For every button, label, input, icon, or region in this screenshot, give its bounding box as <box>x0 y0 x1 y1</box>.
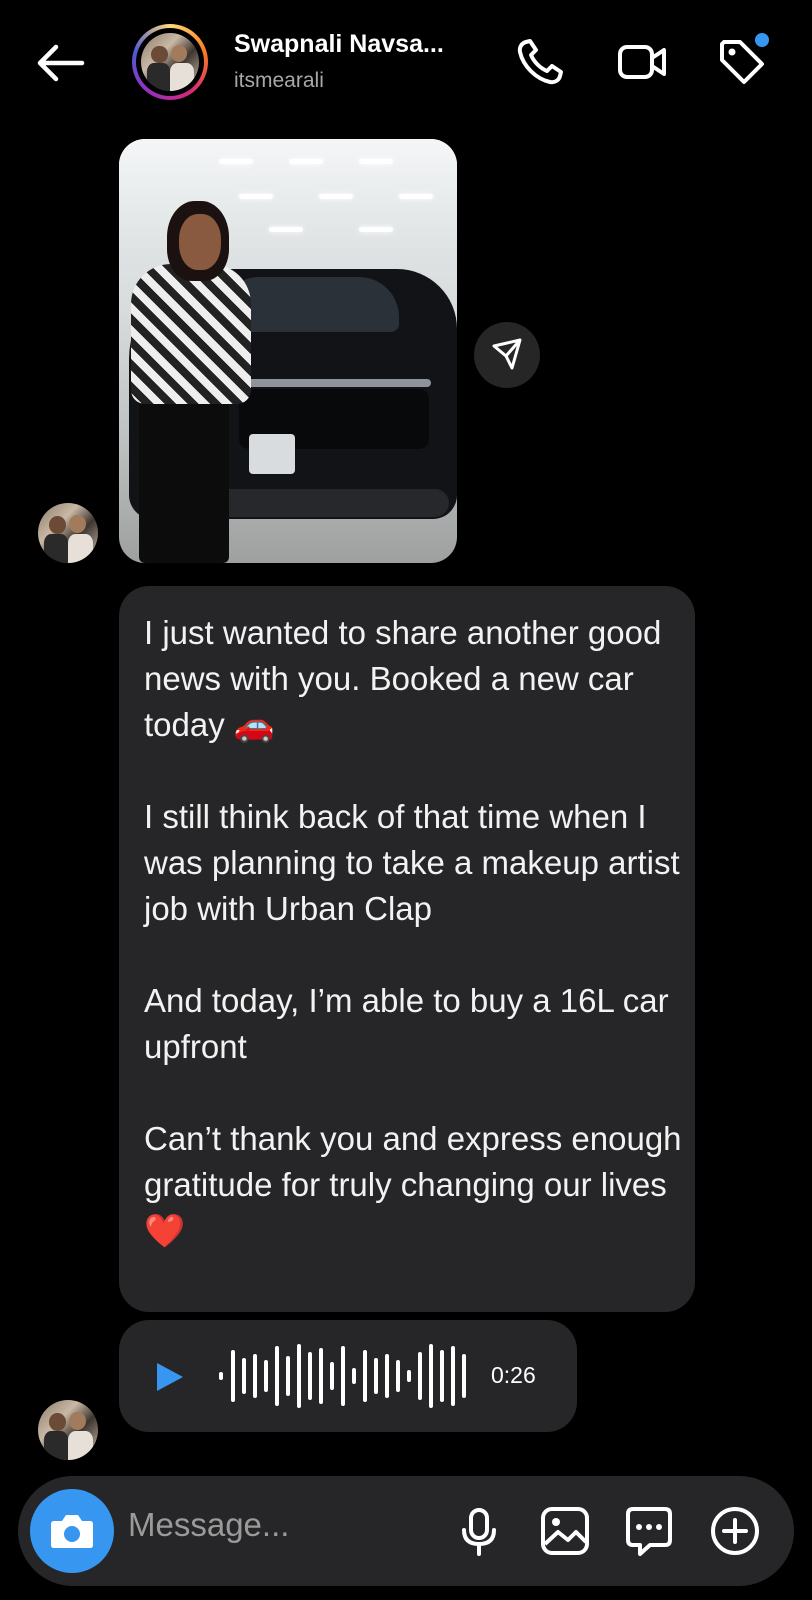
sender-avatar[interactable] <box>38 503 98 563</box>
message-composer: Message... <box>18 1476 794 1586</box>
waveform <box>219 1344 466 1408</box>
sticker-chat-icon[interactable] <box>620 1502 678 1560</box>
send-icon <box>492 338 522 370</box>
message-bubble[interactable]: I just wanted to share another good news… <box>119 586 695 1312</box>
share-button[interactable] <box>474 322 540 388</box>
sender-avatar[interactable] <box>38 1400 98 1460</box>
contact-name[interactable]: Swapnali Navsa... <box>234 30 444 59</box>
camera-icon <box>51 1515 93 1548</box>
shared-photo[interactable] <box>119 139 457 563</box>
microphone-icon[interactable] <box>450 1502 508 1560</box>
play-icon[interactable] <box>153 1360 187 1394</box>
voice-duration: 0:26 <box>491 1362 536 1388</box>
chat-header: Swapnali Navsa... itsmearali <box>0 0 812 125</box>
video-call-icon[interactable] <box>614 34 670 90</box>
back-arrow-icon[interactable] <box>30 38 90 88</box>
profile-avatar[interactable] <box>132 24 208 100</box>
voice-message[interactable]: 0:26 <box>119 1320 577 1432</box>
message-text: I just wanted to share another good news… <box>144 614 682 1249</box>
contact-username[interactable]: itsmearali <box>234 69 324 93</box>
notification-dot <box>755 33 769 47</box>
gallery-icon[interactable] <box>536 1502 594 1560</box>
camera-button[interactable] <box>30 1489 114 1573</box>
add-icon[interactable] <box>706 1502 764 1560</box>
phone-call-icon[interactable] <box>512 34 568 90</box>
message-input[interactable]: Message... <box>128 1506 289 1544</box>
